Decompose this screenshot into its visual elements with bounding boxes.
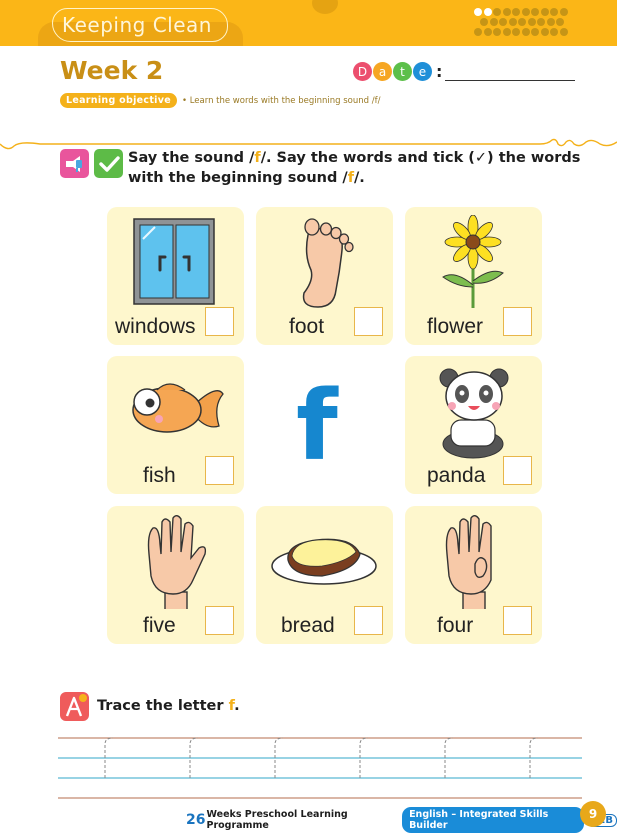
progress-dot [474,28,482,36]
progress-dot-complete [474,8,482,16]
progress-dot [508,18,517,26]
progress-dot [556,18,564,26]
header-band: Keeping Clean [0,0,617,46]
progress-dot [518,18,526,26]
trace-title: Trace the letter f. [97,698,240,714]
tick-checkbox[interactable] [503,606,532,635]
word-label: four [437,614,474,637]
word-label: five [143,614,176,637]
word-label: flower [427,315,484,338]
progress-dot [540,28,549,36]
progress-dot [546,18,555,26]
focus-letter: f [296,370,338,482]
word-card: foot [256,207,393,345]
date-letter: a [373,62,392,81]
progress-dot [480,18,488,26]
progress-dot [489,18,498,26]
progress-dot [550,8,558,16]
progress-dot [550,28,558,36]
footer-programme: Weeks Preschool Learning Programme [206,809,348,831]
foot-icon [302,218,354,308]
unit-title: Keeping Clean [62,13,212,37]
page-title: Week 2 [60,56,164,85]
trace-title-text: Trace the letter [97,698,229,714]
progress-dot [512,28,520,36]
flower-icon [442,215,504,308]
pencil-letter-icon [60,692,89,721]
tick-checkbox[interactable] [354,606,383,635]
progress-dot [483,28,492,36]
word-card: windows [107,207,244,345]
word-card: five [107,506,244,644]
footer-weeks-number: 26 [186,812,206,828]
word-card: panda [405,356,542,494]
panda-icon [439,368,509,459]
progress-dot [512,8,520,16]
word-label: windows [115,315,196,338]
progress-dot [521,8,530,16]
progress-dot [559,8,568,16]
progress-dot-row [480,18,584,26]
word-label: fish [143,464,176,487]
instruction-part: Say the sound / [128,150,255,166]
footer: 26 Weeks Preschool Learning Programme En… [186,807,617,833]
progress-dot [493,28,501,36]
progress-dot [502,8,511,16]
hand-five-icon [147,515,207,609]
word-label: bread [281,614,335,637]
progress-dot-row [474,28,584,36]
tracing-area[interactable] [58,730,582,810]
progress-dot-complete [483,8,492,16]
window-icon [133,218,215,305]
progress-dot [499,18,507,26]
tick-checkbox[interactable] [354,307,383,336]
progress-dot-row [474,8,584,16]
date-colon: : [436,62,443,81]
instruction-text: Say the sound /f/. Say the words and tic… [128,148,598,188]
progress-dot [502,28,511,36]
word-label: panda [427,464,486,487]
progress-dot [531,8,539,16]
progress-dot [540,8,549,16]
progress-dot [559,28,568,36]
word-card: flower [405,207,542,345]
progress-dot [531,28,539,36]
word-card: four [405,506,542,644]
tick-checkbox[interactable] [503,307,532,336]
speaker-icon [60,149,89,178]
tick-icon [94,149,123,178]
instruction-part: /. [354,170,365,186]
tick-checkbox[interactable] [503,456,532,485]
date-letter: e [413,62,432,81]
objective-badge: Learning objective [60,93,177,108]
fish-icon [132,383,224,433]
word-label: foot [289,315,325,338]
hand-four-icon [445,515,492,609]
date-input-line[interactable] [445,63,576,81]
progress-dot [537,18,545,26]
trace-title-text: . [234,698,240,714]
week-progress-dots [474,8,584,38]
subject-badge: English – Integrated Skills Builder [402,807,584,833]
progress-dot [527,18,536,26]
sun-decoration [312,0,338,14]
learning-objective: Learning objective • Learn the words wit… [60,93,380,108]
tick-checkbox[interactable] [205,606,234,635]
progress-dot [521,28,530,36]
page-number: 9 [580,801,606,827]
tick-checkbox[interactable] [205,456,234,485]
date-letter: t [393,62,412,81]
date-letter: D [353,62,372,81]
tick-checkbox[interactable] [205,307,234,336]
word-card: bread [256,506,393,644]
date-field: D a t e : [353,62,576,81]
bread-icon [271,538,377,585]
word-card: fish [107,356,244,494]
objective-text: • Learn the words with the beginning sou… [181,95,381,106]
progress-dot [493,8,501,16]
